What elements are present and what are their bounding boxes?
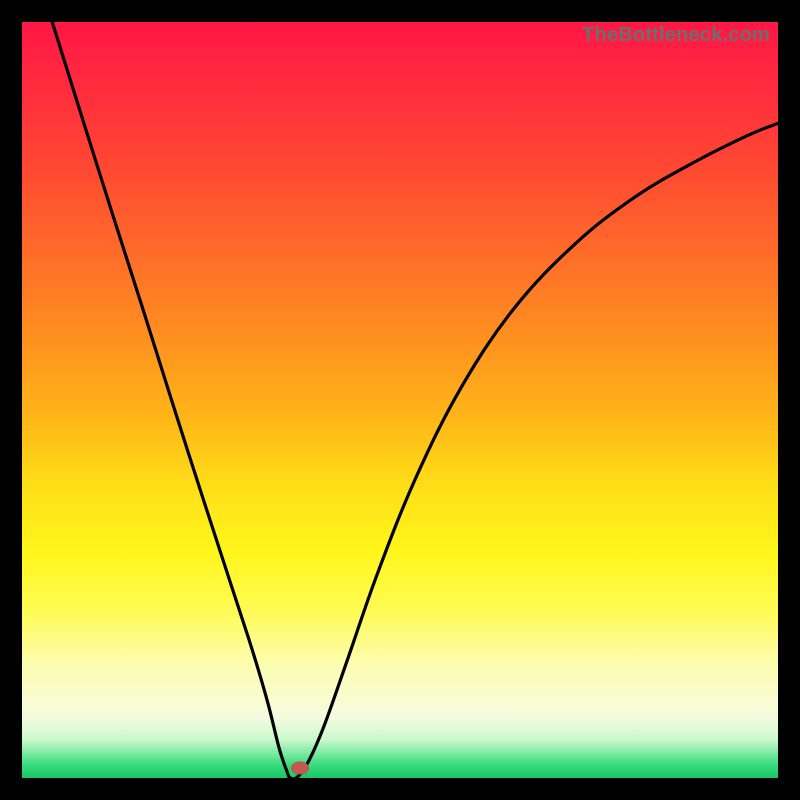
- bottleneck-curve: [22, 22, 778, 778]
- chart-frame: TheBottleneck.com: [0, 0, 800, 800]
- watermark-label: TheBottleneck.com: [582, 24, 770, 47]
- plot-area: TheBottleneck.com: [22, 22, 778, 778]
- min-point-marker: [291, 762, 309, 775]
